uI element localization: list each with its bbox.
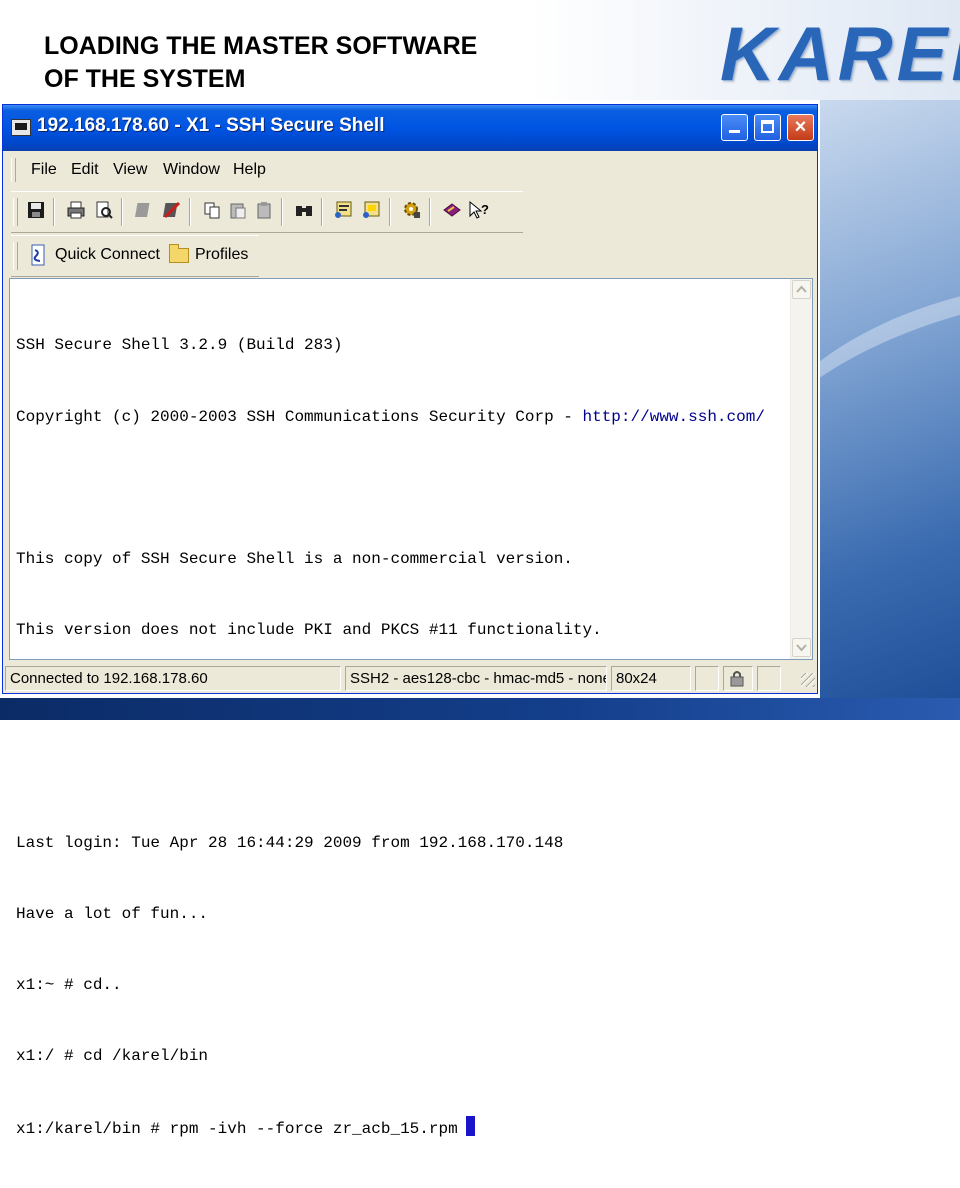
quick-connect-icon — [29, 244, 47, 266]
status-cipher: SSH2 - aes128-cbc - hmac-md5 - none — [345, 666, 607, 691]
toolbar-grip[interactable] — [13, 242, 18, 270]
window-title: 192.168.178.60 - X1 - SSH Secure Shell — [37, 115, 385, 136]
maximize-icon — [761, 120, 774, 133]
status-terminal-size: 80x24 — [611, 666, 691, 691]
chevron-down-icon — [796, 644, 807, 652]
settings-gear-icon[interactable] — [401, 200, 423, 222]
quick-connect-button[interactable]: Quick Connect — [55, 246, 160, 264]
text-cursor — [465, 1116, 475, 1137]
terminal-line: SSH Secure Shell 3.2.9 (Build 283) — [16, 336, 343, 355]
disconnect-icon[interactable] — [133, 200, 155, 222]
menu-help[interactable]: Help — [233, 161, 266, 179]
copy-icon[interactable] — [201, 200, 223, 222]
chevron-up-icon — [796, 285, 807, 293]
ssh-link[interactable]: http://www.ssh.com/ — [583, 408, 765, 426]
terminal-line: Copyright (c) 2000-2003 SSH Communicatio… — [16, 406, 786, 430]
terminal-line: x1:~ # cd.. — [16, 976, 122, 995]
context-help-icon[interactable]: ? — [467, 200, 489, 222]
maximize-button[interactable] — [754, 114, 781, 141]
menu-view[interactable]: View — [113, 161, 147, 179]
toolbar-separator — [389, 198, 391, 226]
menu-bar: File Edit View Window Help — [11, 155, 817, 185]
terminal-line: This version does not include PKI and PK… — [16, 620, 602, 639]
toolbar-grip[interactable] — [13, 198, 18, 226]
toolbar-separator — [321, 198, 323, 226]
status-connection: Connected to 192.168.178.60 — [5, 666, 341, 691]
main-toolbar: ? — [11, 191, 523, 233]
karel-logo: KAREL — [720, 12, 960, 97]
svg-text:?: ? — [481, 202, 489, 217]
help-book-icon[interactable] — [441, 200, 463, 222]
title-bar[interactable]: 192.168.178.60 - X1 - SSH Secure Shell × — [3, 105, 817, 151]
terminal-command: x1:/karel/bin # rpm -ivh --force zr_acb_… — [16, 1120, 458, 1139]
terminal-app-icon[interactable] — [11, 119, 31, 136]
terminal-line: x1:/karel/bin # rpm -ivh --force zr_acb_… — [16, 1116, 786, 1140]
find-icon[interactable] — [293, 200, 315, 222]
minimize-button[interactable] — [721, 114, 748, 141]
terminal-line: x1:/ # cd /karel/bin — [16, 1047, 209, 1066]
close-icon: × — [794, 116, 807, 138]
lock-icon — [730, 671, 744, 687]
toolbar-separator — [189, 198, 191, 226]
slide-title-line2: OF THE SYSTEM — [44, 65, 246, 93]
paste-icon[interactable] — [227, 200, 249, 222]
minimize-icon — [729, 130, 740, 133]
vertical-scrollbar[interactable] — [790, 279, 812, 659]
terminal-line-text: Copyright (c) 2000-2003 SSH Communicatio… — [16, 407, 583, 426]
close-button[interactable]: × — [787, 114, 814, 141]
connect-toolbar: Quick Connect Profiles — [11, 235, 259, 277]
folder-icon — [169, 244, 189, 263]
ssh-window: 192.168.178.60 - X1 - SSH Secure Shell ×… — [2, 104, 818, 1138]
paste-special-icon[interactable] — [253, 200, 275, 222]
toolbar-separator — [53, 198, 55, 226]
slide-title: LOADING THE MASTER SOFTWARE OF THE SYSTE… — [44, 30, 604, 96]
print-icon[interactable] — [65, 200, 87, 222]
settings-icon[interactable] — [161, 200, 183, 222]
menu-edit[interactable]: Edit — [71, 161, 99, 179]
status-empty-cell — [757, 666, 781, 691]
terminal-line: Last login: Tue Apr 28 16:44:29 2009 fro… — [16, 834, 564, 853]
toolbar-separator — [281, 198, 283, 226]
terminal-area[interactable]: SSH Secure Shell 3.2.9 (Build 283) Copyr… — [9, 278, 813, 1138]
menu-window[interactable]: Window — [163, 161, 220, 179]
scroll-up-button[interactable] — [792, 280, 811, 299]
terminal-output: SSH Secure Shell 3.2.9 (Build 283) Copyr… — [16, 287, 786, 1188]
status-lock-cell — [723, 666, 753, 691]
new-file-transfer-icon[interactable] — [361, 200, 383, 222]
terminal-line: Have a lot of fun... — [16, 905, 209, 924]
menu-file[interactable]: File — [31, 161, 57, 179]
resize-grip[interactable] — [801, 673, 815, 687]
toolbar-separator — [121, 198, 123, 226]
profiles-button[interactable]: Profiles — [195, 246, 248, 264]
print-preview-icon[interactable] — [93, 200, 115, 222]
status-empty-cell — [695, 666, 719, 691]
save-icon[interactable] — [25, 200, 47, 222]
terminal-line: This copy of SSH Secure Shell is a non-c… — [16, 549, 573, 568]
new-terminal-icon[interactable] — [333, 200, 355, 222]
toolbar-separator — [429, 198, 431, 226]
scroll-down-button[interactable] — [792, 638, 811, 657]
slide-title-line1: LOADING THE MASTER SOFTWARE — [44, 32, 478, 60]
status-bar: Connected to 192.168.178.60 SSH2 - aes12… — [3, 665, 817, 693]
